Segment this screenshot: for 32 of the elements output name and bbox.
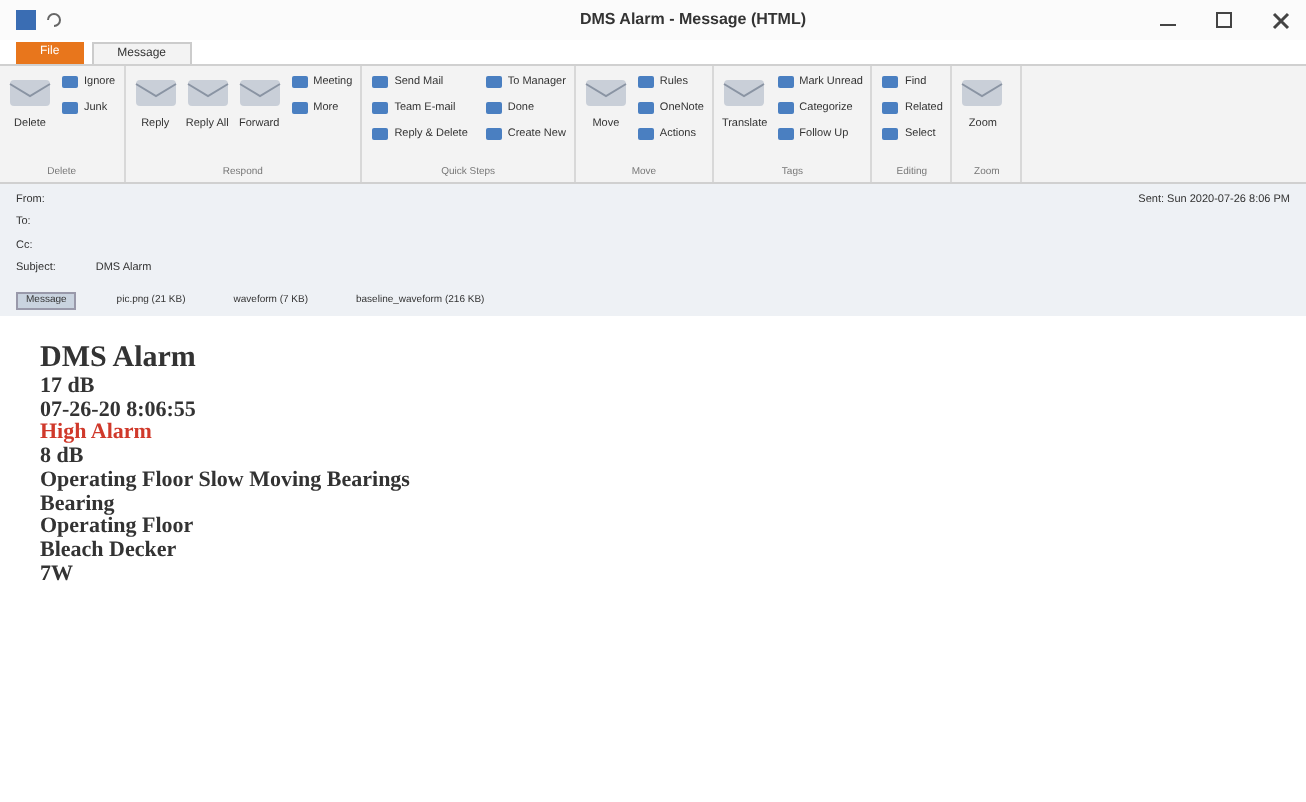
message-line: DMS Alarm [40,344,198,374]
ribbon-icon [289,72,310,92]
ribbon-icon [370,98,391,118]
ribbon-icon [483,98,504,118]
message-line: 8 dB [40,446,86,470]
message-line: Bleach Decker [40,539,179,564]
message-line: Operating Floor [40,516,196,540]
ribbon-icon [775,124,796,144]
ribbon-icon [775,98,796,118]
maximize-icon[interactable] [1216,11,1232,27]
ribbon-icon [483,124,504,144]
ribbon-icon [880,72,901,92]
ribbon-icon [635,98,656,118]
message-line: 17 dB [40,376,97,400]
ribbon-icon [370,72,391,92]
ribbon-icon [483,72,504,92]
ribbon-icon [880,124,901,144]
window-title: DMS Alarm - Message (HTML) [577,8,809,32]
close-icon[interactable] [1272,11,1290,29]
ribbon-icon [635,72,656,92]
ribbon-icon [370,124,391,144]
message-line: Operating Floor Slow Moving Bearings [40,469,410,494]
minimize-icon[interactable] [1160,23,1176,25]
message-line: 7W [40,563,75,587]
undo-icon[interactable] [44,10,64,30]
message-line: High Alarm [40,422,154,446]
ribbon-icon [289,98,310,118]
ribbon-icon [775,72,796,92]
message-line: Bearing [40,493,115,516]
message-line: 07-26-20 8:06:55 [40,399,198,422]
ribbon-icon [635,124,656,144]
ribbon-icon [880,98,901,118]
